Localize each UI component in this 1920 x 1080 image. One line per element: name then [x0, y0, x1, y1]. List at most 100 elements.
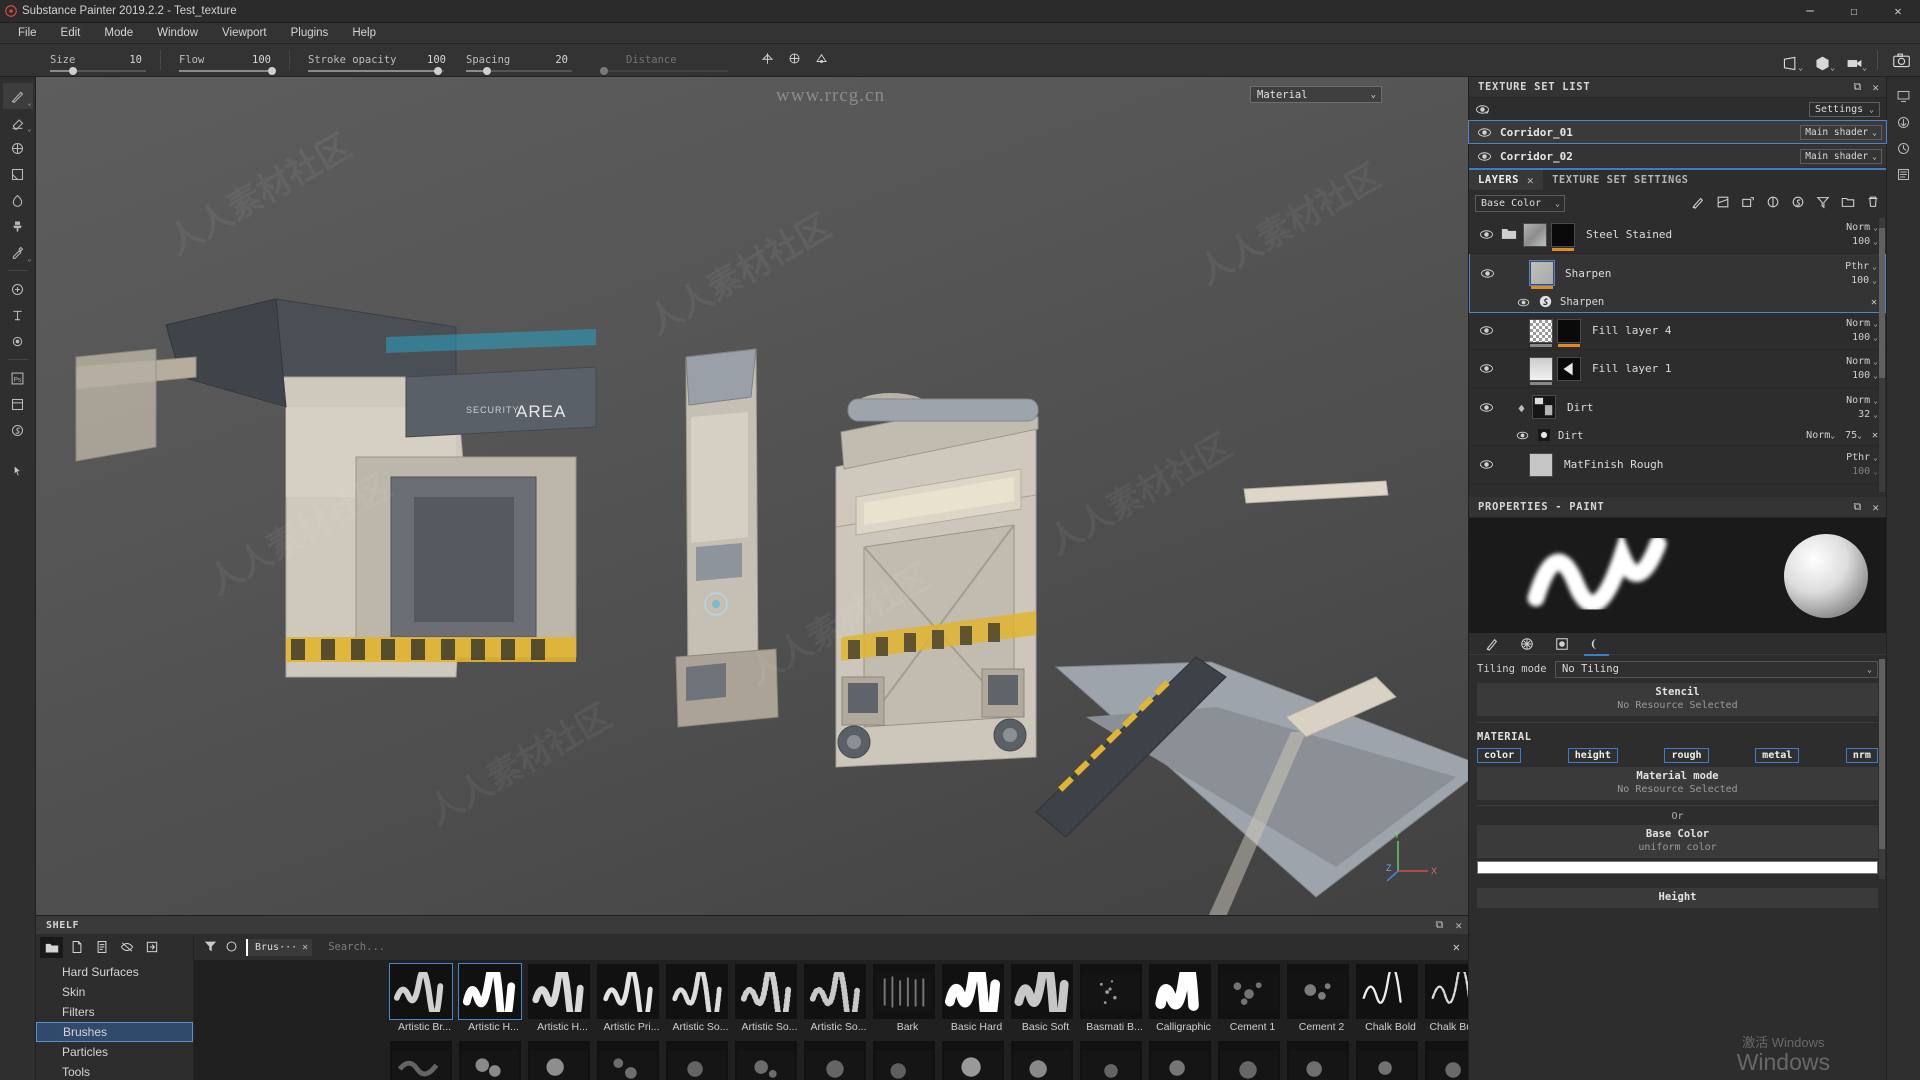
brush-item[interactable] — [942, 1041, 1011, 1080]
layer-effect-dirt[interactable]: Dirt Norm⌄ 75⌄ ✕ — [1469, 426, 1886, 446]
list-icon[interactable] — [1889, 161, 1919, 187]
layer-mask-thumbnail[interactable] — [1557, 356, 1581, 381]
layer-blend-mode[interactable]: Norm ⌄ — [1846, 222, 1878, 233]
brush-item[interactable] — [873, 1041, 942, 1080]
height-slot[interactable]: Height — [1477, 888, 1878, 908]
spacing-param[interactable]: Spacing 20 — [452, 44, 592, 77]
shelf-category-filters[interactable]: Filters — [36, 1002, 193, 1022]
shelf-category-tools[interactable]: Tools — [36, 1062, 193, 1080]
texture-set-row-corridor-02[interactable]: Corridor_02 Main shader ⌄ — [1469, 145, 1886, 167]
shelf-category-skin[interactable]: Skin — [36, 982, 193, 1002]
brush-item[interactable] — [390, 1041, 459, 1080]
3d-viewport[interactable]: www.rrcg.cn Material ⌄ AREA SECURITY 人人素… — [36, 77, 1468, 915]
material-tab-icon[interactable] — [1584, 635, 1609, 656]
brush-item[interactable]: Basic Soft — [1011, 964, 1080, 1033]
shelf-category-hard-surfaces[interactable]: Hard Surfaces — [36, 962, 193, 982]
brush-item[interactable] — [459, 1041, 528, 1080]
clone-stamp-icon[interactable] — [3, 213, 33, 239]
active-filter-chip[interactable]: Brus··· ✕ — [246, 938, 313, 956]
add-folder-icon[interactable] — [1841, 194, 1855, 213]
brush-item[interactable]: Artistic So... — [735, 964, 804, 1033]
close-icon[interactable]: ✕ — [1453, 940, 1460, 954]
layer-row-matfinish-rough[interactable]: MatFinish Rough Pthr ⌄ 100 ⌄ — [1469, 446, 1886, 484]
geometry-decal-icon[interactable] — [3, 276, 33, 302]
list-icon[interactable] — [90, 937, 113, 958]
material-mode-slot[interactable]: Material mode No Resource Selected — [1477, 767, 1878, 800]
hide-icon[interactable] — [115, 937, 138, 958]
base-color-slot[interactable]: Base Color uniform color — [1477, 825, 1878, 858]
visibility-icon[interactable] — [1477, 123, 1492, 142]
symmetry-icon[interactable] — [760, 51, 775, 70]
layer-row-steel-stained[interactable]: Steel Stained Norm ⌄ 100 ⌄ — [1469, 216, 1886, 254]
close-button[interactable]: ✕ — [1876, 0, 1920, 23]
add-filter-icon[interactable] — [1816, 194, 1830, 213]
brush-item[interactable]: Artistic H... — [458, 963, 528, 1033]
camera-mode-icon[interactable]: ⌄ — [1839, 47, 1869, 73]
channel-chip-nrm[interactable]: nrm — [1845, 748, 1878, 763]
layer-thumbnail[interactable] — [1529, 260, 1555, 289]
menu-window[interactable]: Window — [145, 23, 210, 44]
menu-file[interactable]: File — [6, 23, 49, 44]
physical-paint-icon[interactable] — [3, 302, 33, 328]
shelf-category-particles[interactable]: Particles — [36, 1042, 193, 1062]
effect-blend-mode[interactable]: Norm⌄ — [1806, 430, 1835, 441]
brush-item[interactable] — [1011, 1041, 1080, 1080]
menu-viewport[interactable]: Viewport — [210, 23, 279, 44]
menu-help[interactable]: Help — [340, 23, 388, 44]
alignment-icon[interactable] — [787, 51, 802, 70]
effect-opacity[interactable]: 75⌄ — [1845, 430, 1862, 441]
brush-item[interactable] — [1080, 1041, 1149, 1080]
channel-chip-color[interactable]: color — [1477, 748, 1522, 763]
layer-thumbnail[interactable] — [1529, 452, 1553, 477]
channel-chip-metal[interactable]: metal — [1755, 748, 1800, 763]
shelf-category-brushes[interactable]: Brushes — [36, 1022, 193, 1042]
stroke-opacity-param[interactable]: Stroke opacity 100 — [294, 44, 452, 77]
visibility-icon[interactable] — [1479, 363, 1501, 374]
layers-scrollbar[interactable] — [1879, 218, 1885, 492]
brush-grid[interactable]: Artistic Br... Artistic H... Artistic H.… — [194, 960, 1468, 1080]
smudge-icon[interactable] — [3, 187, 33, 213]
visibility-all-icon[interactable] — [1475, 100, 1490, 119]
new-file-icon[interactable] — [65, 937, 88, 958]
menu-edit[interactable]: Edit — [49, 23, 93, 44]
shader-selector[interactable]: Main shader ⌄ — [1800, 124, 1882, 140]
close-icon[interactable]: ✕ — [1527, 174, 1534, 187]
stencil-tab-icon[interactable] — [1553, 635, 1570, 652]
menu-mode[interactable]: Mode — [92, 23, 145, 44]
brush-item[interactable]: Artistic Br... — [389, 963, 459, 1033]
paint-brush-icon[interactable]: ⌄ — [2, 83, 33, 109]
refresh-icon[interactable] — [225, 938, 238, 957]
fill-layer-icon[interactable] — [1716, 194, 1730, 213]
base-color-swatch[interactable] — [1477, 861, 1878, 874]
layer-thumbnail[interactable] — [1532, 395, 1556, 419]
brush-item[interactable] — [666, 1041, 735, 1080]
shading-mode-icon[interactable]: ⌄ — [1807, 47, 1837, 73]
projection-icon[interactable] — [3, 135, 33, 161]
visibility-icon[interactable] — [1479, 229, 1501, 240]
remove-effect-icon[interactable]: ✕ — [1872, 430, 1878, 441]
channel-selector[interactable]: Base Color ⌄ — [1475, 194, 1565, 212]
layer-row-dirt[interactable]: Dirt Norm ⌄ 32 ⌄ — [1469, 388, 1886, 426]
paint-layer-icon[interactable] — [1691, 194, 1705, 213]
export-icon[interactable] — [140, 937, 163, 958]
folder-icon[interactable] — [40, 936, 63, 958]
brush-item[interactable]: Chalk Bum... — [1425, 964, 1468, 1033]
layer-mask-thumbnail[interactable] — [1551, 222, 1575, 251]
eraser-icon[interactable]: ⌄ — [3, 109, 33, 135]
layer-blend-mode[interactable]: Pthr ⌄ — [1846, 452, 1878, 463]
add-effect-icon[interactable] — [1741, 194, 1755, 213]
brush-item[interactable] — [1218, 1041, 1287, 1080]
resource-icon[interactable] — [3, 391, 33, 417]
layer-thumbnail[interactable] — [1529, 356, 1553, 385]
visibility-icon[interactable] — [1516, 293, 1531, 312]
material-picker-icon[interactable]: ⌄ — [3, 239, 33, 265]
brush-item[interactable] — [1149, 1041, 1218, 1080]
layer-row-fill-layer-1[interactable]: Fill layer 1 Norm ⌄ 100 ⌄ — [1469, 350, 1886, 388]
size-param[interactable]: Size 10 — [36, 44, 156, 77]
layer-effect-sharpen[interactable]: Sharpen ✕ — [1470, 292, 1885, 312]
properties-body[interactable]: Tiling mode No Tiling ⌄ Stencil No Resou… — [1469, 655, 1886, 1080]
brush-item[interactable] — [735, 1041, 804, 1080]
tiling-mode-select[interactable]: No Tiling ⌄ — [1555, 660, 1878, 678]
layer-opacity[interactable]: 100 ⌄ — [1846, 332, 1878, 343]
tab-layers[interactable]: LAYERS ✕ — [1469, 170, 1544, 190]
